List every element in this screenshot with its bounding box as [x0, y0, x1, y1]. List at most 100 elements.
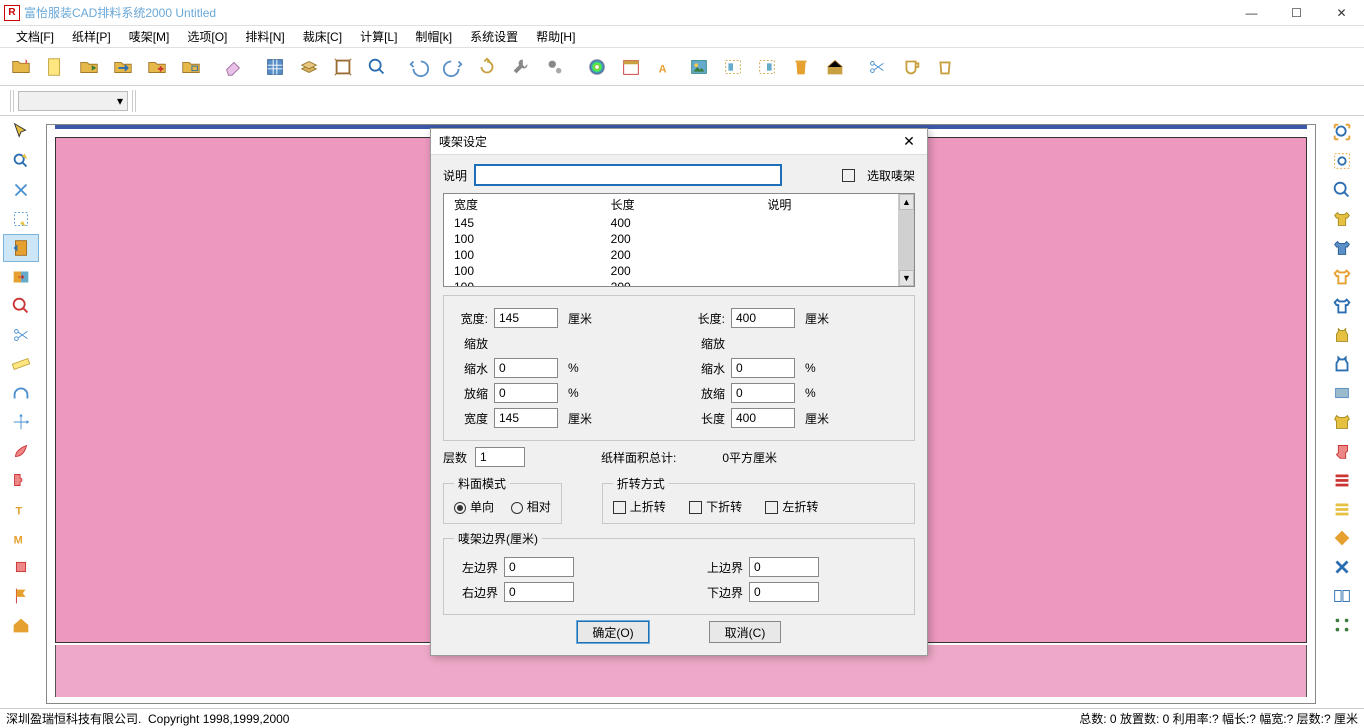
select-box-tool[interactable]	[3, 205, 39, 233]
glove-tool[interactable]	[1324, 437, 1360, 465]
menu-cut[interactable]: 裁床[C]	[295, 26, 350, 47]
headphones-tool[interactable]	[3, 379, 39, 407]
puzzle-tool[interactable]	[3, 466, 39, 494]
shirt-yellow-tool[interactable]	[1324, 205, 1360, 233]
length-input[interactable]	[731, 308, 795, 328]
cut-cross-tool[interactable]	[3, 176, 39, 204]
expand-w-input[interactable]	[494, 383, 558, 403]
maximize-button[interactable]: ☐	[1274, 0, 1319, 26]
lens-icon[interactable]	[362, 52, 392, 82]
face-relative-radio[interactable]	[511, 502, 523, 514]
toolbar-handle-2[interactable]	[132, 90, 136, 112]
width-input[interactable]	[494, 308, 558, 328]
picture-icon[interactable]	[684, 52, 714, 82]
folder-right-icon[interactable]	[74, 52, 104, 82]
frame-icon[interactable]	[328, 52, 358, 82]
toolbar-handle[interactable]	[10, 90, 14, 112]
menu-calc[interactable]: 计算[L]	[352, 26, 405, 47]
shirt-blue-tool[interactable]	[1324, 234, 1360, 262]
folder-exchange-icon[interactable]	[108, 52, 138, 82]
text-t-tool[interactable]: T	[3, 495, 39, 523]
text-a-icon[interactable]: A	[650, 52, 680, 82]
redo-icon[interactable]	[438, 52, 468, 82]
face-single-radio[interactable]	[454, 502, 466, 514]
wrench-icon[interactable]	[506, 52, 536, 82]
frame-list[interactable]: 宽度 长度 说明 145400 100200 100200 100200 100…	[443, 193, 915, 287]
list-row[interactable]: 145400	[444, 215, 914, 231]
width2-input[interactable]	[494, 408, 558, 428]
bin-icon[interactable]	[930, 52, 960, 82]
menu-marker[interactable]: 唛架[M]	[121, 26, 178, 47]
sheet-orange-tool[interactable]	[3, 234, 39, 262]
disc-icon[interactable]	[582, 52, 612, 82]
bars-yellow-tool[interactable]	[1324, 495, 1360, 523]
undo-icon[interactable]	[404, 52, 434, 82]
menu-cap[interactable]: 制帽[k]	[407, 26, 460, 47]
layers-input[interactable]	[475, 447, 525, 467]
list-scrollbar[interactable]: ▲ ▼	[898, 194, 914, 286]
flag-tool[interactable]	[3, 582, 39, 610]
leaf-tool[interactable]	[3, 437, 39, 465]
scroll-up-icon[interactable]: ▲	[899, 194, 914, 210]
house-icon[interactable]	[820, 52, 850, 82]
zoom-area-tool[interactable]	[1324, 147, 1360, 175]
menu-help[interactable]: 帮助[H]	[528, 26, 583, 47]
axis-tool[interactable]	[3, 408, 39, 436]
jacket-tool[interactable]	[1324, 408, 1360, 436]
ok-button[interactable]: 确定(O)	[577, 621, 649, 643]
square-small-tool[interactable]	[3, 553, 39, 581]
ruler-tool[interactable]	[3, 350, 39, 378]
shrink-w-input[interactable]	[494, 358, 558, 378]
zoom-fit-tool[interactable]	[1324, 118, 1360, 146]
rotate-icon[interactable]	[472, 52, 502, 82]
list-row[interactable]: 100200	[444, 247, 914, 263]
border-left-input[interactable]	[504, 557, 574, 577]
grid-icon[interactable]	[260, 52, 290, 82]
scroll-thumb[interactable]	[899, 210, 914, 270]
pointer-tool[interactable]	[3, 118, 39, 146]
layout1-icon[interactable]	[718, 52, 748, 82]
scroll-down-icon[interactable]: ▼	[899, 270, 914, 286]
grid-m-tool[interactable]: M	[3, 524, 39, 552]
vest-tool[interactable]	[1324, 321, 1360, 349]
new-page-icon[interactable]	[40, 52, 70, 82]
fold-up-checkbox[interactable]	[613, 501, 626, 514]
close-button[interactable]: ✕	[1319, 0, 1364, 26]
bars-red-tool[interactable]	[1324, 466, 1360, 494]
open-folder-icon[interactable]	[6, 52, 36, 82]
menu-pattern[interactable]: 纸样[P]	[64, 26, 119, 47]
list-row[interactable]: 100200	[444, 231, 914, 247]
zoom-cursor-tool[interactable]	[3, 147, 39, 175]
border-right-input[interactable]	[504, 582, 574, 602]
calendar-icon[interactable]	[616, 52, 646, 82]
desc-input[interactable]	[475, 165, 781, 185]
list-row[interactable]: 100200	[444, 263, 914, 279]
diamond-tool[interactable]	[1324, 524, 1360, 552]
folder-box-icon[interactable]	[176, 52, 206, 82]
home-tool[interactable]	[3, 611, 39, 639]
menu-system[interactable]: 系统设置	[462, 26, 526, 47]
folder-plus-icon[interactable]	[142, 52, 172, 82]
dialog-close-button[interactable]: ✕	[899, 133, 919, 150]
border-bottom-input[interactable]	[749, 582, 819, 602]
swap-sheet-tool[interactable]	[3, 263, 39, 291]
list-row[interactable]: 100200	[444, 279, 914, 287]
border-top-input[interactable]	[749, 557, 819, 577]
stack-icon[interactable]	[294, 52, 324, 82]
expand-l-input[interactable]	[731, 383, 795, 403]
cup-icon[interactable]	[896, 52, 926, 82]
layout2-icon[interactable]	[752, 52, 782, 82]
fold-left-checkbox[interactable]	[765, 501, 778, 514]
menu-options[interactable]: 选项[O]	[179, 26, 235, 47]
shrink-l-input[interactable]	[731, 358, 795, 378]
dialog-titlebar[interactable]: 唛架设定 ✕	[431, 129, 927, 155]
shirt-green-tool[interactable]	[1324, 263, 1360, 291]
shirt-brown-tool[interactable]	[1324, 292, 1360, 320]
gears-icon[interactable]	[540, 52, 570, 82]
rect-tool[interactable]	[1324, 379, 1360, 407]
split-tool[interactable]	[1324, 582, 1360, 610]
minimize-button[interactable]: —	[1229, 0, 1274, 26]
cross-blue-tool[interactable]	[1324, 553, 1360, 581]
layer-dropdown[interactable]: ▾	[18, 91, 128, 111]
menu-file[interactable]: 文档[F]	[8, 26, 62, 47]
